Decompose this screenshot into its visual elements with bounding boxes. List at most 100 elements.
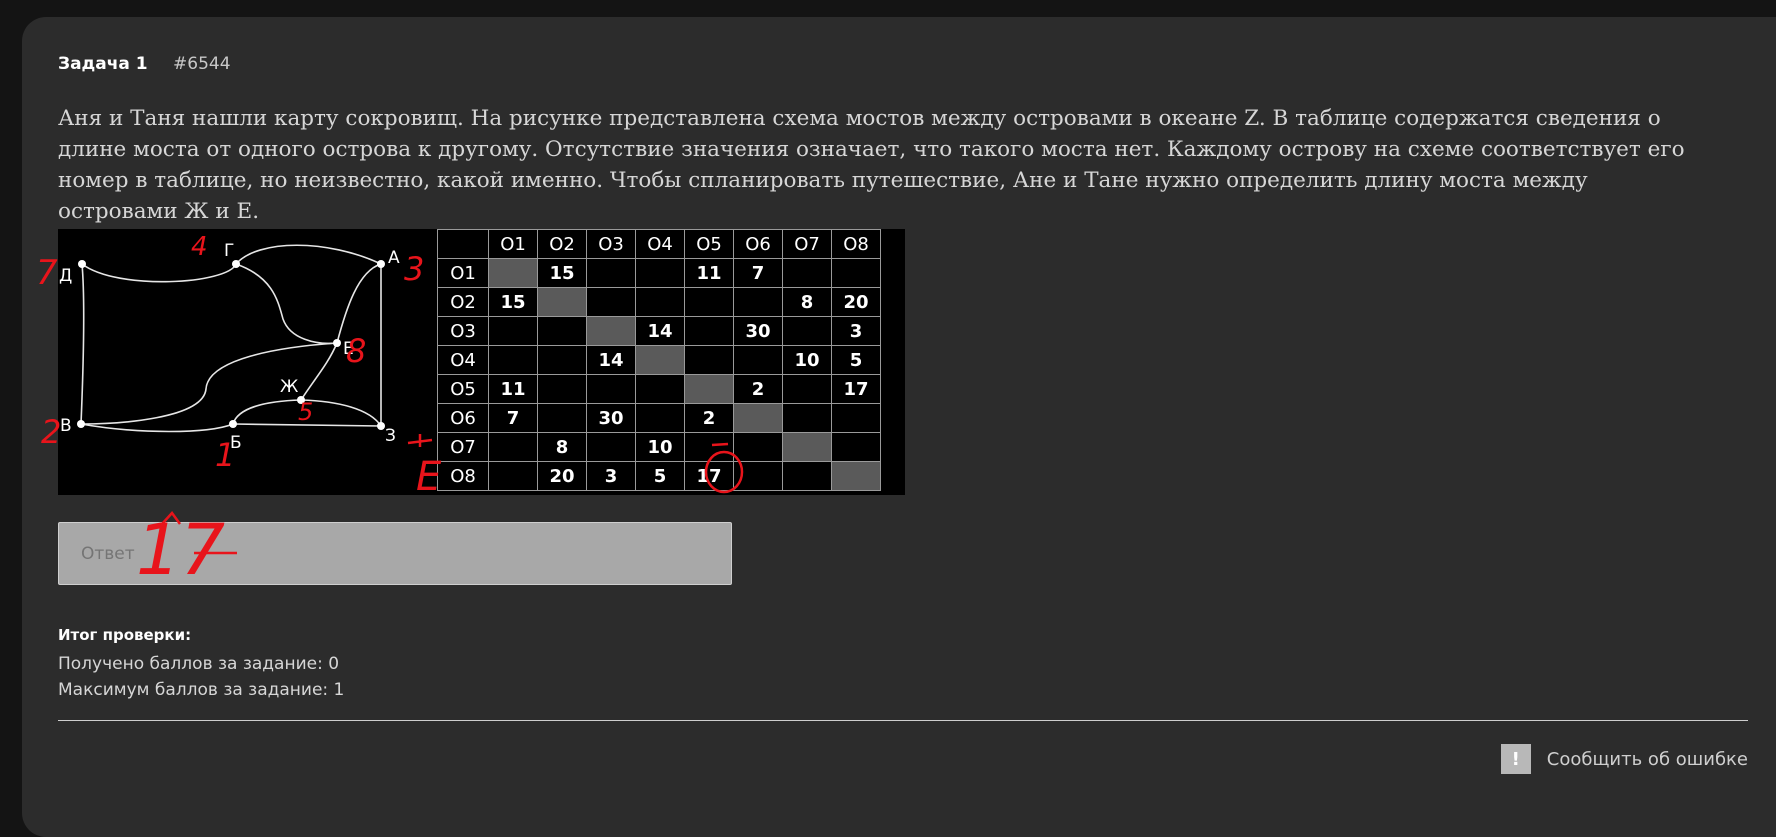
table-cell — [733, 403, 783, 433]
table-cell — [831, 258, 881, 288]
result-title: Итог проверки: — [58, 626, 192, 644]
table-cell — [537, 287, 587, 317]
table-cell: 17 — [684, 461, 734, 491]
answer-field[interactable] — [58, 522, 732, 585]
table-cell — [586, 316, 636, 346]
table-cell — [782, 461, 832, 491]
table-cell — [635, 374, 685, 404]
table-cell — [782, 374, 832, 404]
table-cell: 2 — [733, 374, 783, 404]
table-cell: 15 — [488, 287, 538, 317]
node-g — [232, 260, 240, 268]
table-cell — [782, 432, 832, 462]
table-cell — [733, 287, 783, 317]
table-cell — [586, 258, 636, 288]
result-max: Максимум баллов за задание: 1 — [58, 680, 345, 700]
bridge-d-g — [81, 263, 237, 283]
bridge-g-a — [235, 244, 382, 265]
table-cell — [782, 316, 832, 346]
node-e — [333, 339, 341, 347]
table-corner-cell — [437, 229, 489, 259]
table-cell — [831, 461, 881, 491]
column-header: О5 — [684, 229, 734, 259]
column-header: О4 — [635, 229, 685, 259]
result-received: Получено баллов за задание: 0 — [58, 654, 340, 674]
table-row: О2 15 8 20 — [437, 287, 881, 317]
report-error-label: Сообщить об ошибке — [1546, 748, 1748, 770]
table-cell — [537, 345, 587, 375]
bridge-e-zh — [300, 342, 338, 401]
table-cell — [537, 316, 587, 346]
table-cell — [635, 258, 685, 288]
table-cell: 5 — [831, 345, 881, 375]
table-cell: 2 — [684, 403, 734, 433]
task-title: Задача 1 — [58, 54, 148, 74]
table-cell: 11 — [684, 258, 734, 288]
bridge-v-b — [80, 423, 234, 433]
table-cell: 8 — [537, 432, 587, 462]
node-label-b: Б — [230, 433, 242, 453]
check-result: Итог проверки: Получено баллов за задани… — [58, 622, 344, 703]
alert-icon: ! — [1500, 744, 1531, 774]
table-cell — [733, 432, 783, 462]
column-header: О2 — [537, 229, 587, 259]
table-cell — [831, 403, 881, 433]
table-cell: 7 — [488, 403, 538, 433]
row-header: О5 — [437, 374, 489, 404]
task-statement: Аня и Таня нашли карту сокровищ. На рису… — [58, 103, 1708, 227]
node-label-a: А — [388, 248, 400, 268]
node-label-e: Е — [343, 339, 354, 359]
table-cell — [782, 258, 832, 288]
task-header: Задача 1 #6544 — [58, 54, 231, 74]
bridge-b-z — [232, 423, 382, 427]
bridge-g-e — [235, 263, 338, 345]
table-cell: 20 — [537, 461, 587, 491]
node-label-g: Г — [224, 241, 234, 261]
report-error-button[interactable]: ! Сообщить об ошибке — [1500, 744, 1748, 774]
bridge-table: О1 О2 О3 О4 О5 О6 О7 О8 О1 15 11 7 О2 15 8 20 О3 14 30 3 О4 1… — [437, 229, 881, 491]
row-header: О8 — [437, 461, 489, 491]
node-d — [78, 260, 86, 268]
table-cell: 30 — [733, 316, 783, 346]
row-header: О6 — [437, 403, 489, 433]
table-cell — [586, 432, 636, 462]
table-row: О7 8 10 — [437, 432, 881, 462]
row-header: О2 — [437, 287, 489, 317]
table-row: О8 20 3 5 17 — [437, 461, 881, 491]
table-cell: 7 — [733, 258, 783, 288]
table-row: О6 7 30 2 — [437, 403, 881, 433]
bridge-a-e — [336, 263, 382, 344]
table-cell: 17 — [831, 374, 881, 404]
answer-input[interactable] — [59, 523, 731, 584]
table-cell: 10 — [782, 345, 832, 375]
table-cell — [684, 432, 734, 462]
table-cell — [684, 345, 734, 375]
table-cell: 5 — [635, 461, 685, 491]
table-row: О3 14 30 3 — [437, 316, 881, 346]
column-header: О8 — [831, 229, 881, 259]
table-cell: 3 — [586, 461, 636, 491]
table-cell: 20 — [831, 287, 881, 317]
table-cell — [635, 287, 685, 317]
node-label-zh: Ж — [280, 377, 298, 397]
node-z — [377, 422, 385, 430]
bridge-e-v — [80, 342, 338, 425]
divider — [58, 720, 1748, 721]
row-header: О4 — [437, 345, 489, 375]
table-cell — [586, 287, 636, 317]
table-row: О1 15 11 7 — [437, 258, 881, 288]
node-a — [377, 260, 385, 268]
row-header: О7 — [437, 432, 489, 462]
table-cell — [733, 345, 783, 375]
table-cell: 30 — [586, 403, 636, 433]
table-cell: 15 — [537, 258, 587, 288]
bridge-d-v — [80, 263, 85, 425]
table-cell — [635, 403, 685, 433]
table-row: О5 11 2 17 — [437, 374, 881, 404]
row-header: О3 — [437, 316, 489, 346]
table-cell: 11 — [488, 374, 538, 404]
table-cell — [831, 432, 881, 462]
table-cell: 10 — [635, 432, 685, 462]
bridge-zh-z — [300, 399, 382, 427]
node-v — [77, 420, 85, 428]
